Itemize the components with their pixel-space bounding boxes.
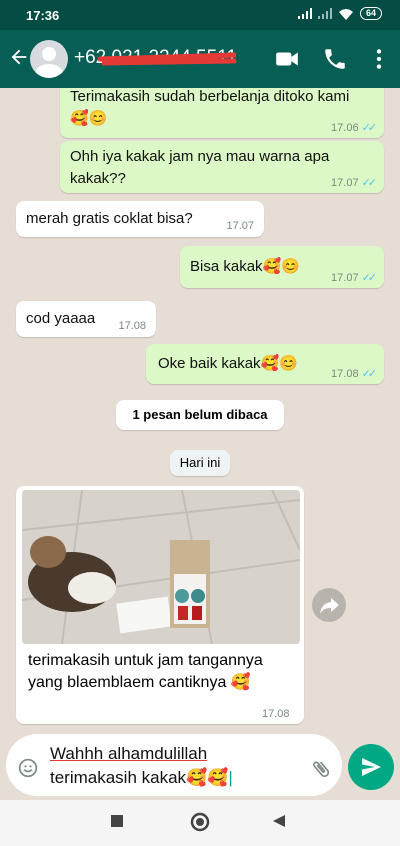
chat-header: +62 021 2244 5511 (0, 30, 400, 88)
message-time: 17.07 (331, 272, 359, 284)
unread-banner: 1 pesan belum dibaca (116, 400, 284, 430)
message-text: cod yaaaa (26, 310, 96, 327)
input-emoji: 🥰🥰 (186, 768, 229, 787)
message-meta: 17.07 ✓✓ (331, 176, 378, 189)
message-body: Oke baik kakak (158, 355, 261, 372)
message-meta: 17.06 ✓✓ (331, 121, 378, 134)
message-body: Bisa kakak (190, 258, 263, 275)
read-ticks-icon: ✓✓ (361, 122, 378, 134)
photo-caption: terimakasih untuk jam tangannya yang bla… (28, 650, 298, 694)
emoji-icon[interactable] (18, 758, 38, 778)
back-arrow-icon[interactable] (8, 46, 30, 68)
caption-text: yang blaemblaem cantiknya (28, 674, 227, 691)
message-time: 17.06 (331, 122, 359, 134)
recent-apps-icon[interactable] (110, 814, 124, 828)
send-icon (362, 758, 381, 776)
message-time: 17.08 (331, 368, 359, 380)
read-ticks-icon: ✓✓ (361, 272, 378, 284)
back-nav-icon[interactable] (272, 814, 286, 828)
message-input[interactable]: Wahhh alhamdulillah terimakasih kakak🥰🥰| (50, 742, 300, 790)
message-bubble[interactable]: Terimakasih sudah berbelanja ditoko kami… (60, 88, 384, 138)
forward-arrow-icon (320, 598, 339, 614)
read-ticks-icon: ✓✓ (361, 177, 378, 189)
message-time: 17.07 (226, 220, 254, 232)
avatar[interactable] (30, 40, 68, 78)
send-button[interactable] (348, 744, 394, 790)
signal-icon (297, 8, 312, 19)
message-emoji: 🥰😊 (260, 355, 298, 372)
photo-message-time: 17.08 (262, 708, 290, 720)
photo-attachment[interactable] (22, 490, 300, 644)
system-nav-bar (0, 800, 400, 846)
message-bubble[interactable]: cod yaaaa 17.08 (16, 301, 156, 337)
message-meta: 17.07 ✓✓ (331, 271, 378, 284)
message-input-bar[interactable]: Wahhh alhamdulillah terimakasih kakak🥰🥰| (6, 734, 342, 796)
message-body: Terimakasih sudah berbelanja ditoko kami (70, 88, 350, 105)
message-text: Terimakasih sudah berbelanja ditoko kami… (70, 88, 366, 130)
date-chip: Hari ini (170, 450, 230, 476)
forward-button[interactable] (312, 588, 346, 622)
wifi-icon (338, 8, 353, 20)
message-bubble[interactable]: Bisa kakak🥰😊 17.07 ✓✓ (180, 246, 384, 288)
read-ticks-icon: ✓✓ (361, 368, 378, 380)
text-cursor: | (228, 768, 233, 787)
battery-icon: 64 (359, 7, 382, 20)
caption-line: terimakasih untuk jam tangannya (28, 652, 263, 669)
status-icons: 64 (297, 7, 382, 20)
message-emoji: 🥰😊 (262, 258, 300, 275)
message-bubble[interactable]: Oke baik kakak🥰😊 17.08 ✓✓ (146, 344, 384, 384)
message-bubble[interactable]: merah gratis coklat bisa? 17.07 (16, 201, 264, 237)
avatar-head (42, 47, 56, 61)
attach-icon[interactable] (310, 758, 332, 780)
message-time: 17.07 (331, 177, 359, 189)
message-text: merah gratis coklat bisa? (26, 210, 193, 227)
message-text: Ohh iya kakak jam nya mau warna apa kaka… (70, 148, 330, 187)
voice-call-icon[interactable] (322, 46, 348, 72)
status-time: 17:36 (26, 8, 60, 23)
video-call-icon[interactable] (274, 46, 300, 72)
caption-line: yang blaemblaem cantiknya 🥰 (28, 672, 298, 694)
caption-emoji: 🥰 (230, 674, 251, 691)
chat-area[interactable]: Terimakasih sudah berbelanja ditoko kami… (0, 88, 400, 728)
signal-empty-icon (317, 8, 332, 19)
message-text: Bisa kakak🥰😊 (190, 256, 300, 278)
input-line: terimakasih kakak (50, 768, 187, 787)
input-line: Wahhh alhamdulillah (50, 744, 208, 763)
status-bar: 17:36 64 (0, 0, 400, 30)
home-icon[interactable] (190, 812, 210, 832)
message-bubble[interactable]: Ohh iya kakak jam nya mau warna apa kaka… (60, 141, 384, 193)
message-time: 17.08 (118, 320, 146, 332)
more-options-icon[interactable] (366, 46, 392, 72)
avatar-body (35, 64, 63, 78)
message-text: Oke baik kakak🥰😊 (158, 353, 298, 375)
message-emoji: 🥰😊 (70, 110, 108, 127)
redaction-scribble (98, 52, 237, 66)
message-meta: 17.08 ✓✓ (331, 367, 378, 380)
